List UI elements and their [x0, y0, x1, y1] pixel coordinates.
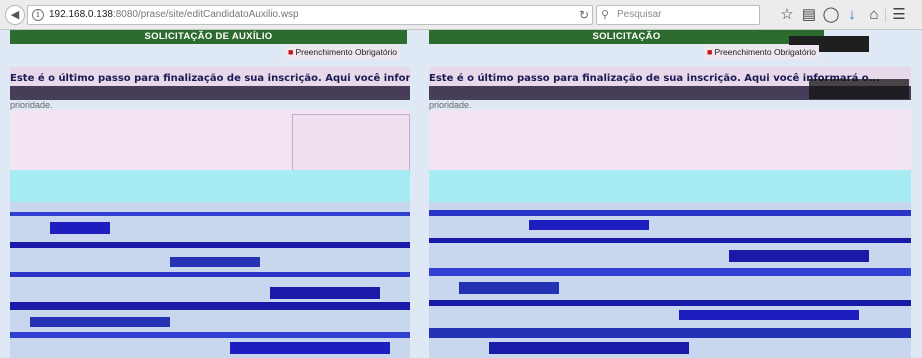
- section-title: SOLICITAÇÃO DE AUXÍLIO: [10, 30, 407, 44]
- toolbar-separator: [885, 9, 886, 22]
- star-icon[interactable]: ☆: [778, 5, 796, 25]
- corrupted-region-right: [429, 202, 911, 358]
- intro-continuation-right: prioridade.: [429, 100, 472, 110]
- url-host: 192.168.0.138: [49, 9, 113, 20]
- address-bar[interactable]: i 192.168.0.138:8080/prase/site/editCand…: [27, 5, 593, 25]
- bookmark-list-icon[interactable]: ▤: [800, 5, 818, 25]
- required-note-text: Preenchimento Obrigatório: [295, 47, 398, 57]
- home-icon[interactable]: ⌂: [865, 5, 883, 25]
- back-arrow-icon[interactable]: ◀: [5, 5, 25, 25]
- intro-text: Este é o último passo para finalização d…: [10, 73, 410, 84]
- search-bar[interactable]: ⚲ Pesquisar: [596, 5, 760, 25]
- corrupted-region: [10, 202, 410, 358]
- pocket-icon[interactable]: ◯: [822, 5, 840, 25]
- info-icon[interactable]: i: [32, 9, 44, 21]
- dark-artifact-2: [809, 79, 909, 99]
- browser-toolbar: ◀ i 192.168.0.138:8080/prase/site/editCa…: [0, 0, 922, 30]
- right-panel: SOLICITAÇÃO ■ Preenchimento Obrigatório E…: [429, 30, 911, 358]
- download-icon[interactable]: ↓: [843, 5, 861, 25]
- section-title-right: SOLICITAÇÃO: [429, 30, 824, 44]
- form-footer-band: [10, 170, 410, 202]
- url-path: :8080/prase/site/editCandidatoAuxilio.ws…: [112, 9, 299, 20]
- intro-shadow-band: [10, 86, 410, 100]
- url-text: 192.168.0.138:8080/prase/site/editCandid…: [49, 9, 299, 20]
- left-panel: SOLICITAÇÃO DE AUXÍLIO ■ Preenchimento Ob…: [10, 30, 410, 358]
- search-placeholder: Pesquisar: [617, 9, 662, 20]
- required-note-text: Preenchimento Obrigatório: [714, 47, 817, 57]
- search-icon: ⚲: [601, 9, 610, 21]
- required-note: ■ Preenchimento Obrigatório: [285, 45, 401, 59]
- form-area-right: [429, 110, 911, 170]
- reload-icon[interactable]: ↻: [579, 8, 589, 22]
- menu-icon[interactable]: ☰: [890, 5, 908, 25]
- required-dot-icon: ■: [707, 47, 713, 57]
- page-content: SOLICITAÇÃO DE AUXÍLIO ■ Preenchimento Ob…: [0, 30, 922, 358]
- intro-continuation: prioridade.: [10, 100, 53, 110]
- required-note-right: ■ Preenchimento Obrigatório: [704, 45, 820, 59]
- required-dot-icon: ■: [288, 47, 294, 57]
- form-footer-band-right: [429, 170, 911, 202]
